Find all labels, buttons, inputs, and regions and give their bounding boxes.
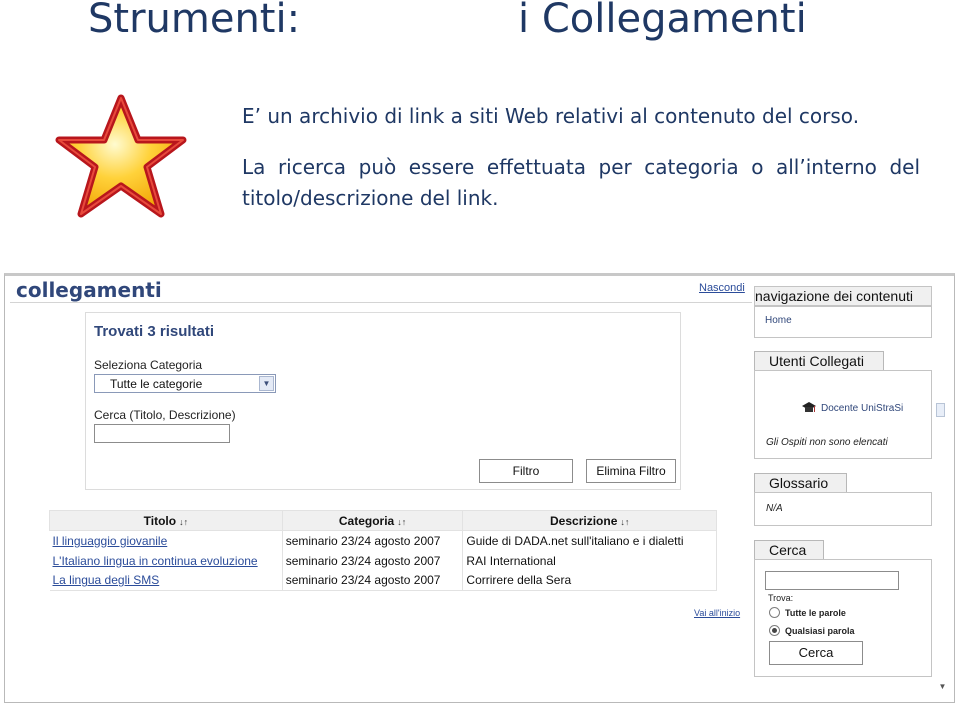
sidebar-search-button[interactable]: Cerca [769, 641, 863, 665]
cell-category: seminario 23/24 agosto 2007 [282, 570, 464, 591]
results-heading: Trovati 3 risultati [94, 323, 215, 340]
link-title[interactable]: Il linguaggio giovanile [53, 534, 168, 548]
column-header-category[interactable]: Categoria ↓↑ [281, 510, 464, 531]
title-divider [10, 302, 752, 303]
find-label: Trova: [768, 593, 794, 603]
search-label: Cerca (Titolo, Descrizione) [94, 408, 236, 422]
slide-title-left: Strumenti: [88, 0, 301, 42]
table-row: Il linguaggio giovanile seminario 23/24 … [49, 530, 717, 551]
scroll-down-icon[interactable]: ▼ [936, 682, 949, 694]
online-user[interactable]: Docente UniStraSi [821, 403, 903, 414]
scrollbar-thumb[interactable] [936, 403, 945, 417]
search-paragraph: La ricerca può essere effettuata per cat… [242, 155, 920, 210]
app-title: collegamenti [16, 278, 162, 302]
guests-note: Gli Ospiti non sono elencati [766, 437, 888, 448]
link-title[interactable]: L'Italiano lingua in continua evoluzione [53, 554, 258, 568]
star-icon [55, 94, 187, 218]
online-users-tab: Utenti Collegati [754, 351, 884, 370]
table-header-row: Titolo ↓↑ Categoria ↓↑ Descrizione ↓↑ [49, 510, 717, 531]
category-select[interactable]: Tutte le categorie ▼ [94, 374, 276, 393]
cell-category: seminario 23/24 agosto 2007 [282, 550, 464, 571]
sort-icon[interactable]: ↓↑ [620, 517, 629, 527]
search-tab: Cerca [754, 540, 824, 559]
glossary-tab: Glossario [754, 473, 847, 492]
cell-description: RAI International [462, 550, 717, 571]
link-title[interactable]: La lingua degli SMS [53, 573, 160, 587]
glossary-value: N/A [766, 503, 783, 514]
category-label: Seleziona Categoria [94, 358, 203, 372]
app-screenshot: collegamenti Nascondi Trovati 3 risultat… [4, 273, 955, 703]
sidebar-search-input[interactable] [765, 571, 899, 590]
back-to-top-link[interactable]: Vai all'inizio [694, 608, 740, 618]
cell-description: Guide di DADA.net sull'italiano e i dial… [462, 530, 717, 551]
sort-icon[interactable]: ↓↑ [179, 517, 188, 527]
intro-paragraph: E’ un archivio di link a siti Web relati… [242, 104, 860, 128]
table-row: L'Italiano lingua in continua evoluzione… [49, 550, 717, 571]
search-input[interactable] [94, 424, 230, 443]
radio-any-word[interactable] [769, 625, 780, 636]
radio-any-word-label: Qualsiasi parola [785, 626, 855, 636]
chevron-down-icon[interactable]: ▼ [259, 376, 274, 391]
home-link[interactable]: Home [765, 315, 792, 326]
radio-all-words[interactable] [769, 607, 780, 618]
filter-button[interactable]: Filtro [479, 459, 573, 483]
filter-panel: Trovati 3 risultati Seleziona Categoria … [85, 312, 681, 490]
cell-description: Corrirere della Sera [462, 570, 717, 591]
nav-block-header: navigazione dei contenuti [754, 286, 932, 306]
column-header-title[interactable]: Titolo ↓↑ [49, 510, 283, 531]
results-table: Titolo ↓↑ Categoria ↓↑ Descrizione ↓↑ Il li… [49, 510, 717, 591]
category-select-value: Tutte le categorie [110, 377, 203, 391]
clear-filter-button[interactable]: Elimina Filtro [586, 459, 676, 483]
cell-category: seminario 23/24 agosto 2007 [282, 530, 464, 551]
sort-icon[interactable]: ↓↑ [397, 517, 406, 527]
slide-title-right: i Collegamenti [518, 0, 807, 42]
graduation-cap-icon [802, 402, 816, 412]
radio-all-words-label: Tutte le parole [785, 608, 846, 618]
column-header-description[interactable]: Descrizione ↓↑ [462, 510, 717, 531]
hide-link[interactable]: Nascondi [699, 282, 745, 294]
table-row: La lingua degli SMS seminario 23/24 agos… [49, 570, 717, 591]
